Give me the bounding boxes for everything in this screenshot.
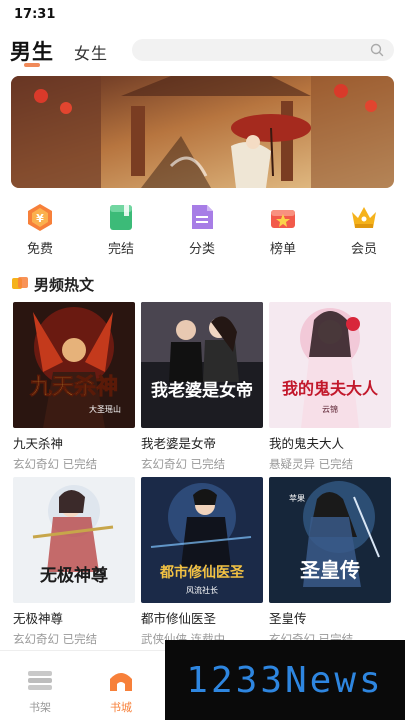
book-meta: 玄幻奇幻 已完结: [13, 632, 98, 646]
bottom-nav-bookshelf[interactable]: 书架: [10, 663, 70, 717]
quick-nav-category[interactable]: 分类: [172, 198, 232, 258]
quick-nav-label: 免费: [26, 242, 53, 257]
document-list-icon: [192, 205, 213, 229]
watermark-logo: 1233News: [165, 640, 405, 720]
bottom-nav-label: 书架: [29, 701, 51, 714]
cover-title: 都市修仙医圣: [159, 564, 245, 581]
cover-title: 我的鬼夫大人: [282, 379, 379, 398]
quick-nav-label: 完结: [107, 242, 134, 257]
cover-title: 我老婆是女帝: [151, 380, 253, 401]
quick-nav: ¥ 免费 完结 分类 榜单 会员: [0, 198, 405, 258]
book-title: 无极神尊: [13, 611, 64, 626]
bottom-nav-bookstore[interactable]: 书城: [91, 663, 151, 717]
cover-author: 苹果: [289, 493, 305, 503]
book-title: 我老婆是女帝: [141, 436, 217, 451]
quick-nav-label: 分类: [188, 242, 215, 257]
book-meta: 玄幻奇幻 已完结: [13, 457, 98, 471]
green-book-icon: [110, 205, 132, 230]
section-flag-icon: [12, 277, 28, 289]
book-title: 都市修仙医圣: [141, 611, 217, 626]
book-title: 我的鬼夫大人: [269, 436, 345, 451]
svg-text:¥: ¥: [36, 212, 44, 225]
quick-nav-label: 会员: [350, 242, 377, 257]
status-bar: 17:31: [0, 0, 405, 28]
search-icon[interactable]: [370, 43, 384, 57]
ranking-flag-icon: [271, 210, 295, 228]
active-tab-indicator: [24, 63, 40, 67]
tab-female[interactable]: 女生: [74, 40, 108, 64]
book-card[interactable]: 我老婆是女帝 我老婆是女帝 玄幻奇幻 已完结: [141, 302, 263, 472]
status-time: 17:31: [14, 7, 56, 22]
cover-author: 大圣瑶山: [89, 404, 121, 414]
section-title: 男频热文: [34, 276, 95, 294]
search-input[interactable]: [132, 39, 394, 61]
cover-title: 圣皇传: [300, 558, 360, 582]
book-card[interactable]: 我的鬼夫大人 云锦 我的鬼夫大人 悬疑灵异 已完结: [269, 302, 391, 472]
yuan-hexagon-icon: ¥: [28, 204, 52, 231]
book-meta: 悬疑灵异 已完结: [269, 457, 354, 471]
book-cover[interactable]: 我的鬼夫大人 云锦: [269, 302, 391, 428]
book-title: 九天杀神: [13, 436, 64, 451]
book-card[interactable]: 无极神尊 无极神尊 玄幻奇幻 已完结: [13, 477, 135, 647]
quick-nav-finished[interactable]: 完结: [91, 198, 151, 258]
quick-nav-ranking[interactable]: 榜单: [253, 198, 313, 258]
bookshelf-icon: [28, 671, 52, 690]
book-meta: 玄幻奇幻 已完结: [141, 457, 226, 471]
quick-nav-free[interactable]: ¥ 免费: [10, 198, 70, 258]
cover-author: 云锦: [322, 404, 338, 414]
book-cover[interactable]: 都市修仙医圣 风流社长: [141, 477, 263, 603]
watermark-text: 1233News: [186, 660, 384, 701]
book-cover[interactable]: 九天杀神 大圣瑶山: [13, 302, 135, 428]
tab-male[interactable]: 男生: [10, 36, 54, 66]
cover-title: 九天杀神: [29, 374, 118, 400]
top-nav: 男生 女生: [0, 30, 405, 70]
crown-icon: [352, 207, 376, 228]
cover-author: 风流社长: [186, 585, 218, 595]
bookstore-icon: [110, 673, 132, 691]
quick-nav-label: 榜单: [269, 242, 296, 257]
cover-title: 无极神尊: [39, 565, 108, 586]
book-title: 圣皇传: [269, 611, 307, 626]
book-card[interactable]: 九天杀神 大圣瑶山 九天杀神 玄幻奇幻 已完结: [13, 302, 135, 472]
book-cover[interactable]: 圣皇传 苹果: [269, 477, 391, 603]
book-card[interactable]: 圣皇传 苹果 圣皇传 玄幻奇幻 已完结: [269, 477, 391, 647]
promo-banner[interactable]: [11, 76, 394, 188]
book-cover[interactable]: 我老婆是女帝: [141, 302, 263, 428]
book-cover[interactable]: 无极神尊: [13, 477, 135, 603]
banner-illustration: [11, 76, 394, 188]
quick-nav-member[interactable]: 会员: [334, 198, 394, 258]
bottom-nav-label: 书城: [110, 701, 132, 714]
book-card[interactable]: 都市修仙医圣 风流社长 都市修仙医圣 武侠仙侠 连载中: [141, 477, 263, 647]
